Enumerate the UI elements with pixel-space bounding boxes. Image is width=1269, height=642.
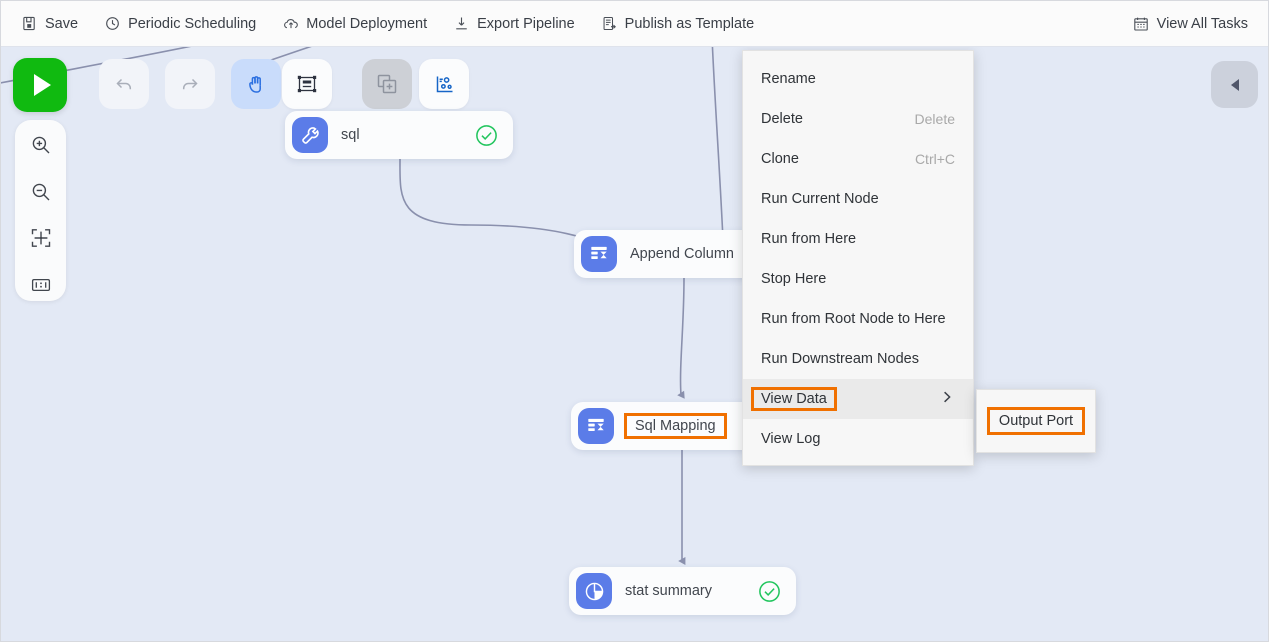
menu-item-label: Clone <box>761 151 799 167</box>
graph-edges <box>1 47 728 565</box>
append-table-icon <box>581 236 617 272</box>
context-menu-item-run-from-root-node-to-here[interactable]: Run from Root Node to Here <box>743 299 973 339</box>
publish-as-template-button[interactable]: Publish as Template <box>601 15 755 32</box>
chevron-right-icon <box>939 389 955 409</box>
context-menu-item-clone[interactable]: Clone Ctrl+C <box>743 139 973 179</box>
clock-icon <box>104 15 121 32</box>
fit-to-screen-icon <box>31 229 50 248</box>
fit-view-button[interactable] <box>24 222 58 255</box>
menu-item-label: Rename <box>761 71 816 87</box>
context-menu-item-stop-here[interactable]: Stop Here <box>743 259 973 299</box>
view-data-submenu: Output Port <box>976 389 1096 453</box>
group-node-icon <box>377 74 397 94</box>
status-badge-success <box>456 123 499 148</box>
run-pipeline-button[interactable] <box>13 58 67 112</box>
scatter-chart-icon <box>436 76 453 93</box>
zoom-out-button[interactable] <box>24 176 58 209</box>
pipeline-editor-window: Save Periodic Scheduling Model Deploymen… <box>0 0 1269 642</box>
toolbar-right-actions: View All Tasks <box>1133 15 1268 32</box>
append-table-icon <box>578 408 614 444</box>
group-nodes-button[interactable] <box>362 59 412 109</box>
canvas-view-controls <box>15 120 66 301</box>
undo-icon <box>116 78 132 90</box>
node-label-highlighted: Sql Mapping <box>624 413 727 439</box>
menu-item-label: Delete <box>761 111 803 127</box>
view-all-tasks-button[interactable]: View All Tasks <box>1133 15 1248 32</box>
top-toolbar: Save Periodic Scheduling Model Deploymen… <box>1 1 1268 47</box>
run-icon <box>33 74 51 96</box>
cloud-upload-icon <box>282 15 299 32</box>
export-pipeline-button[interactable]: Export Pipeline <box>453 15 575 32</box>
zoom-in-icon <box>32 136 49 154</box>
auto-layout-button[interactable] <box>24 269 58 302</box>
node-label: Append Column <box>630 246 734 262</box>
menu-item-label: View Log <box>761 431 821 447</box>
pie-chart-icon <box>576 573 612 609</box>
menu-item-label: Run from Root Node to Here <box>761 311 946 327</box>
hand-tool-button[interactable] <box>231 59 281 109</box>
node-label: sql <box>341 127 360 143</box>
status-badge-success <box>739 579 782 604</box>
redo-button[interactable] <box>165 59 215 109</box>
export-pipeline-label: Export Pipeline <box>477 15 575 32</box>
save-icon <box>21 15 38 32</box>
redo-icon <box>182 78 198 90</box>
context-menu-item-run-from-here[interactable]: Run from Here <box>743 219 973 259</box>
context-menu-item-view-log[interactable]: View Log <box>743 419 973 459</box>
auto-layout-icon <box>31 278 50 291</box>
menu-item-shortcut: Delete <box>914 111 955 127</box>
context-menu-item-view-data[interactable]: View Data <box>743 379 973 419</box>
node-label: stat summary <box>625 583 713 599</box>
context-menu-item-rename[interactable]: Rename <box>743 59 973 99</box>
menu-item-shortcut: Ctrl+C <box>914 151 955 167</box>
context-menu-item-delete[interactable]: Delete Delete <box>743 99 973 139</box>
download-icon <box>453 15 470 32</box>
menu-item-label: Stop Here <box>761 271 827 287</box>
context-menu-item-run-downstream-nodes[interactable]: Run Downstream Nodes <box>743 339 973 379</box>
view-all-tasks-label: View All Tasks <box>1156 15 1248 32</box>
menu-item-label: Run Downstream Nodes <box>761 351 919 367</box>
model-deployment-label: Model Deployment <box>306 15 428 32</box>
node-stat-summary[interactable]: stat summary <box>569 567 796 615</box>
periodic-scheduling-label: Periodic Scheduling <box>128 15 257 32</box>
wrench-icon <box>292 117 328 153</box>
context-menu-item-run-current-node[interactable]: Run Current Node <box>743 179 973 219</box>
calendar-icon <box>1133 15 1150 32</box>
select-frame-icon <box>297 75 317 93</box>
chart-view-button[interactable] <box>419 59 469 109</box>
toolbar-actions: Save Periodic Scheduling Model Deploymen… <box>1 15 754 32</box>
node-sql[interactable]: sql <box>285 111 513 159</box>
save-label: Save <box>45 15 79 32</box>
hand-icon <box>249 76 261 93</box>
menu-item-label: Run Current Node <box>761 191 879 207</box>
collapse-panel-button[interactable] <box>1211 61 1258 108</box>
menu-item-label: Run from Here <box>761 231 857 247</box>
periodic-scheduling-button[interactable]: Periodic Scheduling <box>104 15 256 32</box>
pipeline-canvas[interactable]: sql Append Column Sql Mapping stat summa… <box>1 47 1268 641</box>
zoom-in-button[interactable] <box>24 129 58 162</box>
submenu-item-output-port[interactable]: Output Port <box>986 407 1086 435</box>
publish-as-template-label: Publish as Template <box>624 15 755 32</box>
save-button[interactable]: Save <box>21 15 78 32</box>
zoom-out-icon <box>32 183 49 201</box>
model-deployment-button[interactable]: Model Deployment <box>282 15 427 32</box>
collapse-left-icon <box>1230 78 1239 91</box>
node-context-menu: Rename Delete Delete Clone Ctrl+C Run Cu… <box>742 50 974 466</box>
template-icon <box>601 15 618 32</box>
menu-item-label-highlighted: View Data <box>751 387 837 411</box>
undo-button[interactable] <box>99 59 149 109</box>
select-tool-button[interactable] <box>282 59 332 109</box>
